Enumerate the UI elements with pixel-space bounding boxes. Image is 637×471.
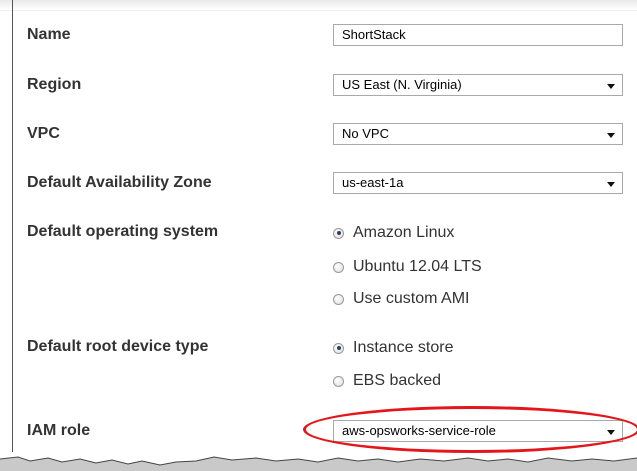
root-device-option-instance-store[interactable]: Instance store — [333, 337, 454, 359]
region-select-value: US East (N. Virginia) — [342, 77, 462, 92]
root-device-type-label: Default root device type — [27, 338, 209, 355]
iam-role-label: IAM role — [27, 422, 91, 439]
chevron-down-icon — [607, 182, 615, 187]
os-option-amazon-linux[interactable]: Amazon Linux — [333, 222, 454, 244]
availability-zone-select[interactable]: us-east-1a — [333, 172, 623, 194]
os-option-label: Use custom AMI — [353, 290, 470, 307]
root-device-option-ebs-backed[interactable]: EBS backed — [333, 370, 441, 392]
radio-unchecked-icon[interactable] — [333, 293, 344, 305]
os-option-label: Ubuntu 12.04 LTS — [353, 258, 482, 275]
availability-zone-select-value: us-east-1a — [342, 175, 404, 190]
name-label: Name — [27, 26, 71, 43]
radio-checked-icon[interactable] — [333, 342, 344, 354]
chevron-down-icon — [607, 430, 615, 435]
name-input[interactable]: ShortStack — [333, 24, 623, 46]
torn-edge-shape — [0, 456, 637, 471]
chevron-down-icon — [607, 133, 615, 138]
region-select[interactable]: US East (N. Virginia) — [333, 74, 623, 96]
iam-role-select-value: aws-opsworks-service-role — [342, 423, 496, 438]
vpc-select[interactable]: No VPC — [333, 123, 623, 145]
os-option-ubuntu[interactable]: Ubuntu 12.04 LTS — [333, 256, 482, 278]
radio-unchecked-icon[interactable] — [333, 375, 344, 387]
iam-role-select[interactable]: aws-opsworks-service-role — [333, 420, 623, 442]
radio-unchecked-icon[interactable] — [333, 261, 344, 273]
root-device-option-label: EBS backed — [353, 372, 442, 389]
left-border-line — [12, 0, 13, 452]
root-device-option-label: Instance store — [353, 339, 454, 356]
os-option-label: Amazon Linux — [353, 224, 455, 241]
operating-system-label: Default operating system — [27, 223, 219, 240]
radio-checked-icon[interactable] — [333, 227, 344, 239]
chevron-down-icon — [607, 84, 615, 89]
top-fade-divider — [0, 0, 637, 11]
stack-settings-form: Name ShortStack Region US East (N. Virgi… — [0, 0, 637, 471]
availability-zone-label: Default Availability Zone — [27, 174, 212, 191]
vpc-select-value: No VPC — [342, 126, 389, 141]
vpc-label: VPC — [27, 125, 60, 142]
os-option-custom-ami[interactable]: Use custom AMI — [333, 288, 469, 310]
region-label: Region — [27, 76, 82, 93]
